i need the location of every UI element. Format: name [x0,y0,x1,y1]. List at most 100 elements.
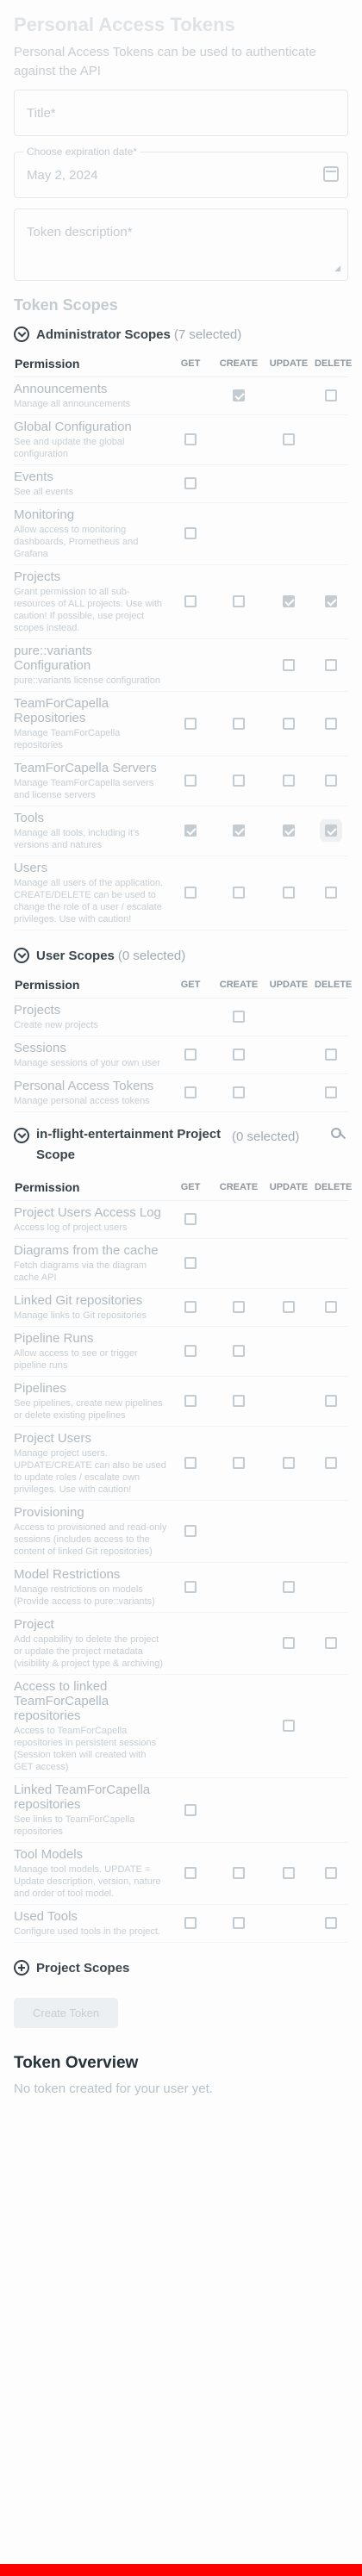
checkbox-get[interactable] [184,1301,197,1314]
checkbox-get[interactable] [184,477,197,490]
cell-update [264,806,314,856]
permission-description: Access to provisioned and read-only sess… [14,1522,167,1557]
checkbox-create[interactable] [233,1457,245,1470]
checkbox-create[interactable] [233,1395,245,1408]
calendar-icon[interactable] [323,166,339,182]
cell-create [214,998,264,1036]
checkbox-create[interactable] [233,1011,245,1024]
checkbox-create[interactable] [233,1086,245,1099]
checkbox-get[interactable] [184,1581,197,1594]
checkbox-update[interactable] [283,433,295,446]
cell-get [167,1288,214,1327]
checkbox-delete[interactable] [325,887,337,899]
user-scopes-toggle[interactable]: User Scopes (0 selected) [14,948,348,963]
token-description-field[interactable]: Token description* ◢ [14,208,348,281]
cell-update [264,756,314,806]
user-scopes-count: (0 selected) [117,948,186,963]
checkbox-get[interactable] [184,1086,197,1099]
checkbox-delete[interactable] [325,1395,337,1408]
checkbox-create[interactable] [233,717,245,730]
expiration-date-field[interactable]: Choose expiration date* May 2, 2024 [14,146,348,198]
permission-name: TeamForCapella Repositories [14,696,109,725]
checkbox-create[interactable] [233,1917,245,1930]
checkbox-delete[interactable] [325,1637,337,1650]
checkbox-get[interactable] [184,1917,197,1930]
create-token-button[interactable]: Create Token [14,1998,119,2028]
table-row: Used Tools Configure used tools in the pr… [14,1904,348,1943]
checkbox-delete[interactable] [325,717,337,730]
title-field[interactable]: Title* [14,90,348,136]
checkbox-get[interactable] [184,1395,197,1408]
checkbox-update[interactable] [283,658,295,671]
cell-create [214,1288,264,1327]
checkbox-get[interactable] [184,595,197,608]
checkbox-update[interactable] [283,1637,295,1650]
checkbox-update[interactable] [283,887,295,899]
checkbox-create[interactable] [233,824,245,837]
checkbox-get[interactable] [184,717,197,730]
checkbox-get[interactable] [184,1803,197,1816]
checkbox-get[interactable] [184,1457,197,1470]
project-scope-toggle[interactable]: in-flight-entertainment Project Scope (0… [14,1124,348,1166]
checkbox-get[interactable] [184,887,197,899]
cell-get [167,1612,214,1675]
checkbox-get[interactable] [184,1867,197,1880]
cell-delete [314,1500,348,1563]
table-row: Model Restrictions Manage restrictions on… [14,1562,348,1613]
checkbox-delete[interactable] [325,1048,337,1061]
checkbox-update[interactable] [283,824,295,837]
checkbox-update[interactable] [283,775,295,787]
checkbox-update[interactable] [283,1581,295,1594]
checkbox-get[interactable] [184,1345,197,1358]
checkbox-delete[interactable] [325,1301,337,1314]
checkbox-delete[interactable] [325,775,337,787]
cell-delete [314,564,348,639]
checkbox-update[interactable] [283,1301,295,1314]
resize-handle-icon[interactable]: ◢ [334,264,340,273]
cell-delete [314,998,348,1036]
checkbox-delete[interactable] [325,595,337,608]
add-project-scopes-toggle[interactable]: Project Scopes [14,1960,348,1976]
checkbox-update[interactable] [283,1720,295,1733]
checkbox-create[interactable] [233,1867,245,1880]
checkbox-get[interactable] [184,527,197,540]
checkbox-get[interactable] [184,775,197,787]
permission-name: Project Users Access Log [14,1205,161,1220]
checkbox-delete[interactable] [325,1917,337,1930]
user-scopes-title: User Scopes [36,948,115,963]
checkbox-delete[interactable] [325,1457,337,1470]
checkbox-delete[interactable] [325,658,337,671]
cell-update [264,856,314,930]
key-remove-icon[interactable] [328,1124,348,1145]
cell-create [214,1500,264,1563]
checkbox-create[interactable] [233,595,245,608]
project-scopes-table: Permission GET CREATE UPDATE DELETE Proj… [14,1174,352,1943]
checkbox-get[interactable] [184,433,197,446]
checkbox-create[interactable] [233,1345,245,1358]
checkbox-get[interactable] [184,824,197,837]
cell-get [167,464,214,503]
checkbox-create[interactable] [233,1301,245,1314]
checkbox-update[interactable] [283,1867,295,1880]
checkbox-get[interactable] [184,1257,197,1270]
checkbox-get[interactable] [184,1213,197,1226]
checkbox-create[interactable] [233,887,245,899]
checkbox-delete[interactable] [325,824,337,837]
cell-get [167,1777,214,1843]
checkbox-create[interactable] [233,775,245,787]
checkbox-delete[interactable] [325,1086,337,1099]
checkbox-create[interactable] [233,1048,245,1061]
checkbox-update[interactable] [283,1457,295,1470]
checkbox-update[interactable] [283,595,295,608]
checkbox-get[interactable] [184,1525,197,1538]
checkbox-delete[interactable] [325,389,337,402]
checkbox-get[interactable] [184,1048,197,1061]
admin-scopes-toggle[interactable]: Administrator Scopes (7 selected) [14,327,348,342]
checkbox-create[interactable] [233,389,245,402]
permission-cell: Project Users Manage project users. UPDAT… [14,1426,167,1501]
checkbox-delete[interactable] [325,1867,337,1880]
cell-create [214,1376,264,1427]
checkbox-update[interactable] [283,717,295,730]
cell-create [214,806,264,856]
col-get: GET [167,972,214,999]
